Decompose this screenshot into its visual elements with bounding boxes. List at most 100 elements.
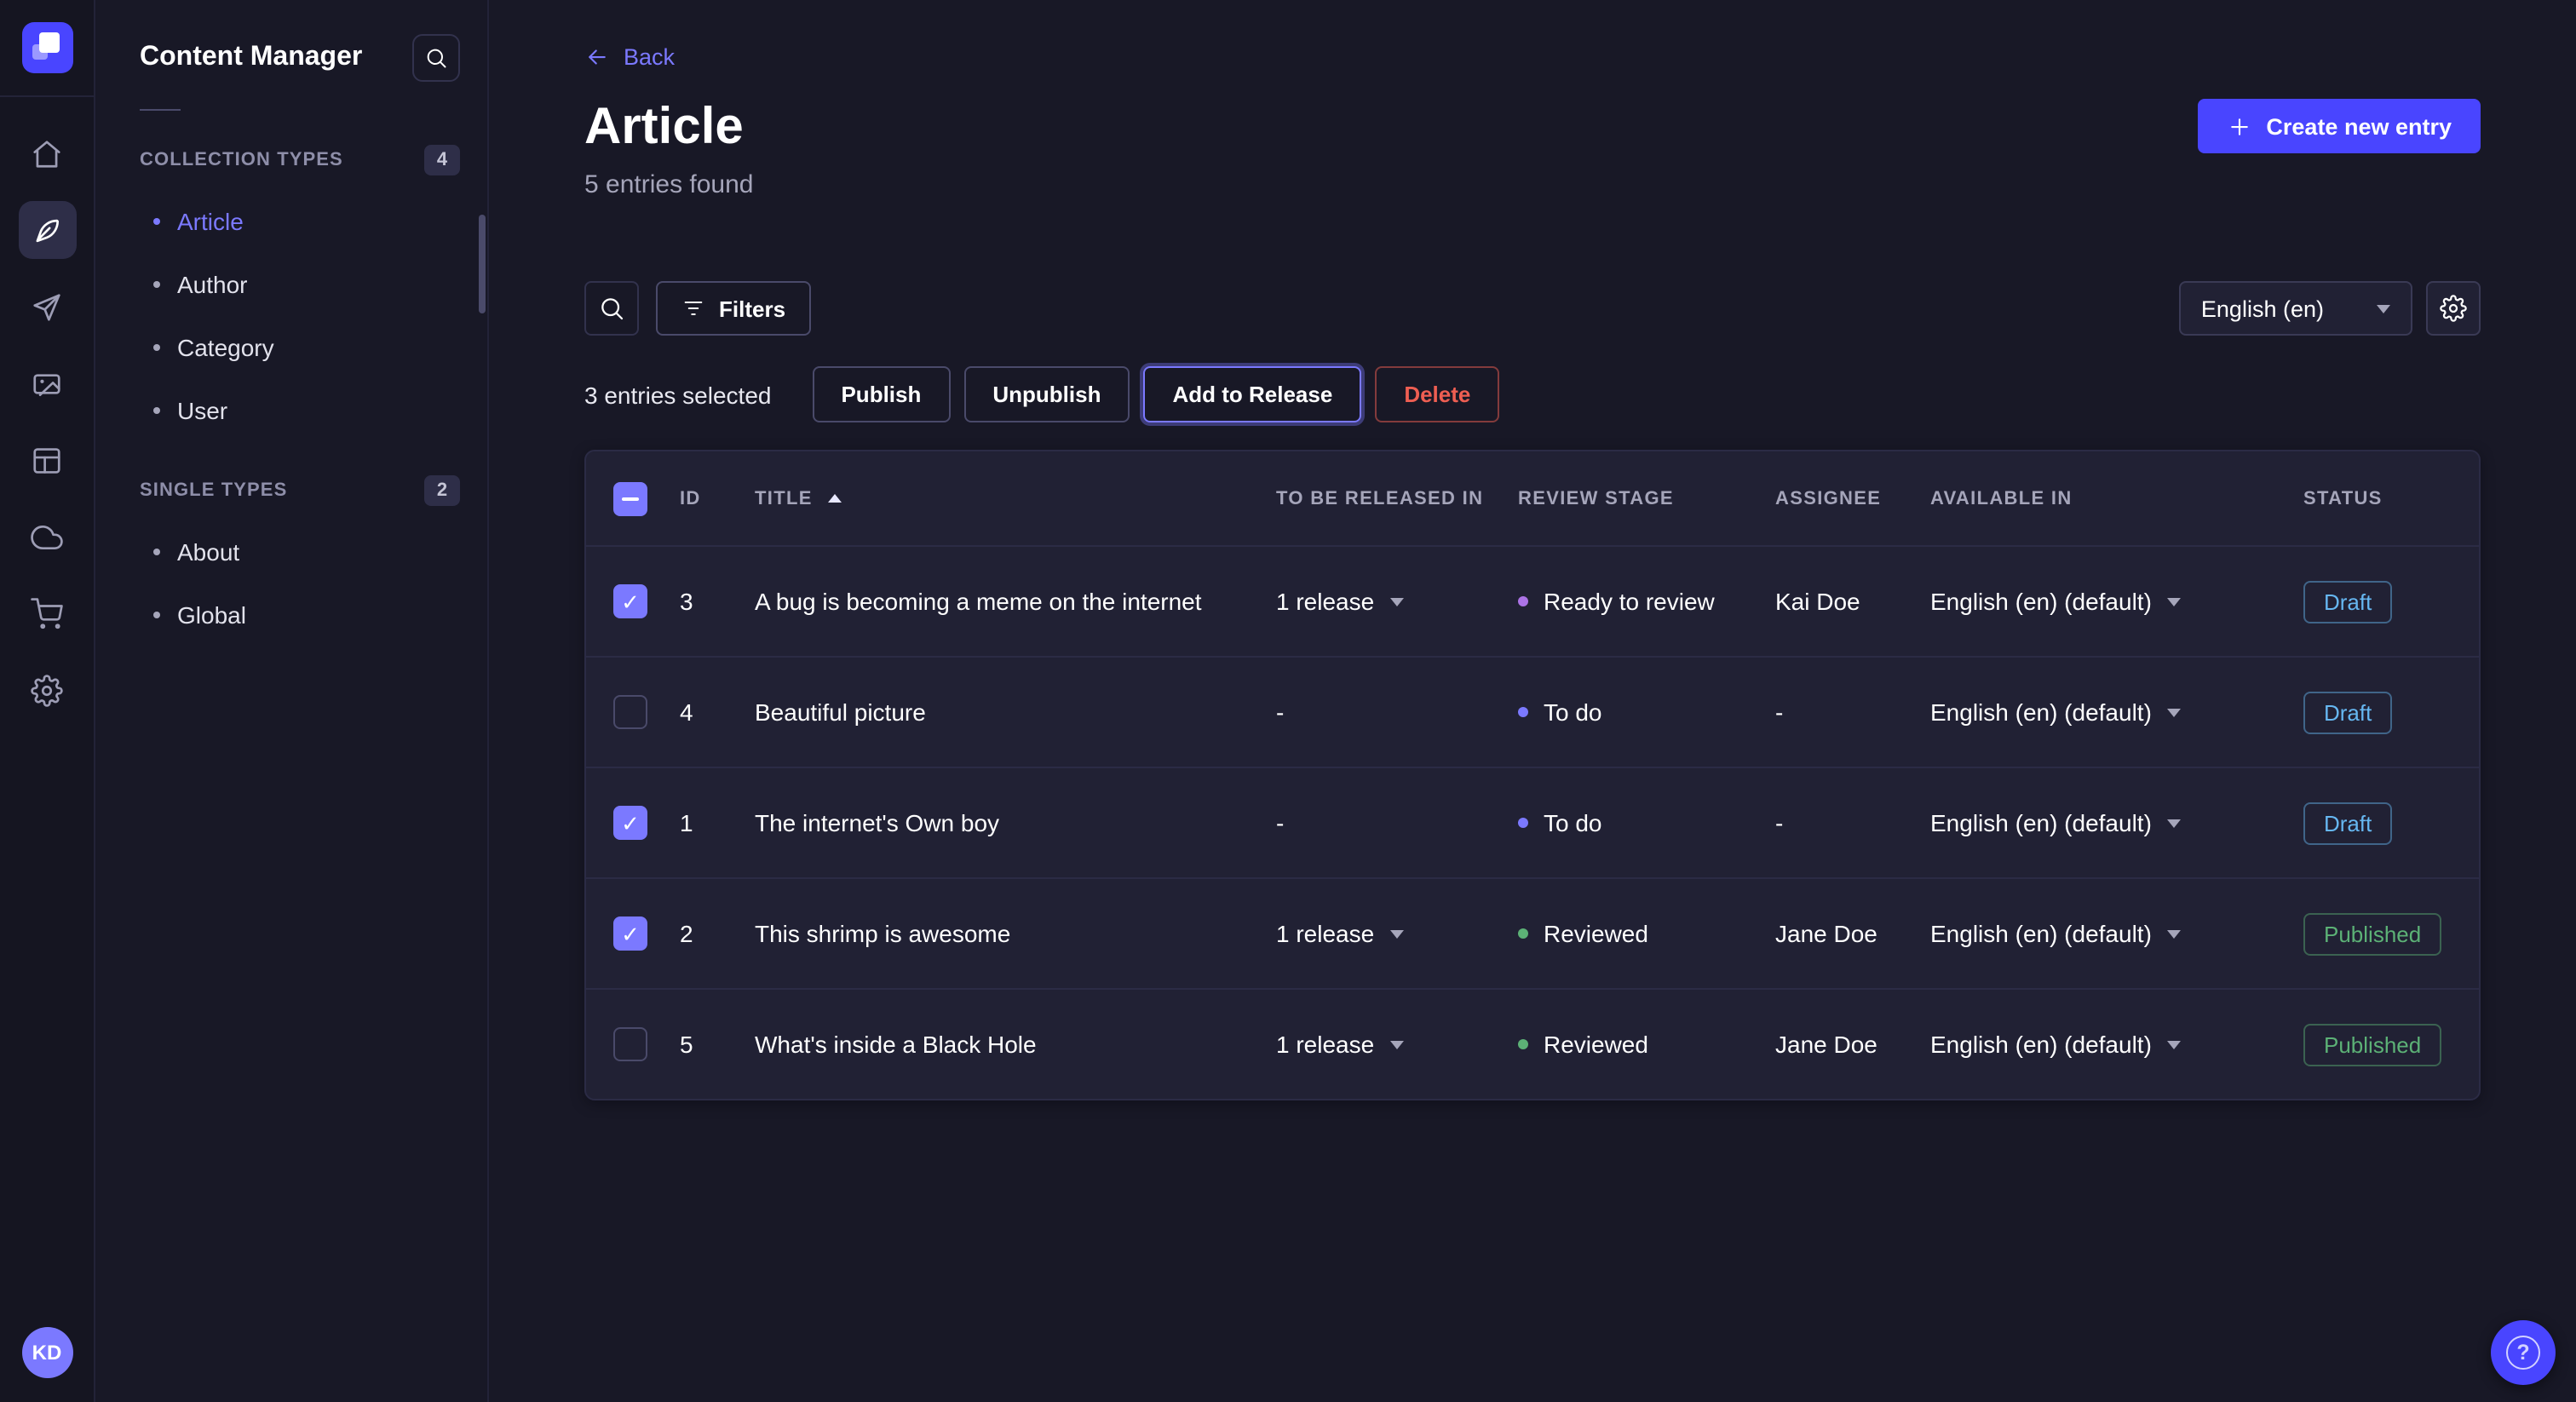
release-dropdown[interactable]: - — [1276, 809, 1518, 836]
release-caret-icon — [1389, 597, 1403, 606]
sidebar-title: Content Manager — [140, 43, 362, 73]
sidebar-item-category[interactable]: Category — [95, 315, 487, 378]
selection-bar: 3 entries selected Publish Unpublish Add… — [584, 366, 2481, 422]
row-checkbox[interactable] — [613, 806, 647, 840]
table-header-row: ID TITLE TO BE RELEASED IN REVIEW STAGE … — [586, 451, 2479, 545]
settings-nav-icon[interactable] — [18, 661, 76, 719]
create-new-entry-button[interactable]: Create new entry — [2198, 99, 2481, 153]
release-caret-icon — [1389, 929, 1403, 938]
unpublish-button[interactable]: Unpublish — [963, 366, 1130, 422]
review-stage-dot — [1518, 707, 1528, 717]
table-row[interactable]: 2 This shrimp is awesome 1 release Revie… — [586, 877, 2479, 988]
cell-id: 3 — [680, 588, 755, 615]
sidebar-item-global[interactable]: Global — [95, 583, 487, 646]
release-dropdown[interactable]: 1 release — [1276, 1031, 1518, 1058]
release-dropdown[interactable]: 1 release — [1276, 920, 1518, 947]
bullet-icon — [153, 611, 160, 618]
collection-types-count-badge: 4 — [424, 145, 460, 175]
sidebar-item-article[interactable]: Article — [95, 189, 487, 252]
sidebar-item-label: Author — [177, 270, 248, 297]
table-row[interactable]: 3 A bug is becoming a meme on the intern… — [586, 545, 2479, 656]
cell-id: 4 — [680, 698, 755, 726]
column-header-available-in: AVAILABLE IN — [1930, 488, 2303, 509]
gear-icon — [2440, 295, 2467, 322]
column-header-id: ID — [680, 488, 755, 509]
sidebar-item-label: User — [177, 396, 227, 423]
sidebar-item-author[interactable]: Author — [95, 252, 487, 315]
strapi-logo — [21, 22, 72, 73]
cell-id: 2 — [680, 920, 755, 947]
row-checkbox[interactable] — [613, 1027, 647, 1061]
user-avatar[interactable]: KD — [21, 1327, 72, 1378]
search-icon — [598, 295, 625, 322]
cell-title: What's inside a Black Hole — [755, 1031, 1276, 1058]
sidebar-item-label: About — [177, 537, 239, 565]
back-link[interactable]: Back — [584, 44, 675, 70]
cell-assignee: - — [1775, 809, 1930, 836]
view-settings-button[interactable] — [2426, 281, 2481, 336]
available-in-dropdown[interactable]: English (en) (default) — [1930, 1031, 2303, 1058]
sidebar-search-button[interactable] — [412, 34, 460, 82]
media-library-nav-icon[interactable] — [18, 354, 76, 412]
back-label: Back — [624, 44, 675, 70]
chevron-down-icon — [2167, 929, 2181, 938]
publish-button[interactable]: Publish — [812, 366, 950, 422]
select-all-checkbox[interactable] — [613, 481, 647, 515]
add-to-release-button[interactable]: Add to Release — [1143, 366, 1361, 422]
locale-select-value: English (en) — [2201, 296, 2324, 321]
content-manager-nav-icon[interactable] — [18, 201, 76, 259]
chevron-down-icon — [2167, 708, 2181, 716]
sidebar-item-label: Article — [177, 207, 244, 234]
release-dropdown[interactable]: 1 release — [1276, 588, 1518, 615]
content-type-builder-nav-icon[interactable] — [18, 431, 76, 489]
column-header-assignee: ASSIGNEE — [1775, 488, 1930, 509]
search-button[interactable] — [584, 281, 639, 336]
sidebar-item-about[interactable]: About — [95, 520, 487, 583]
chevron-down-icon — [2377, 304, 2390, 313]
table-row[interactable]: 4 Beautiful picture - To do - English (e… — [586, 656, 2479, 767]
sort-ascending-icon — [828, 494, 842, 503]
available-in-dropdown[interactable]: English (en) (default) — [1930, 588, 2303, 615]
sidebar-divider — [140, 109, 181, 111]
available-in-dropdown[interactable]: English (en) (default) — [1930, 920, 2303, 947]
marketplace-nav-icon[interactable] — [18, 584, 76, 642]
cell-assignee: Jane Doe — [1775, 1031, 1930, 1058]
help-button[interactable]: ? — [2491, 1320, 2556, 1385]
releases-nav-icon[interactable] — [18, 278, 76, 336]
cell-assignee: - — [1775, 698, 1930, 726]
chevron-down-icon — [2167, 819, 2181, 827]
delete-button[interactable]: Delete — [1375, 366, 1499, 422]
column-header-title[interactable]: TITLE — [755, 488, 1276, 509]
logo-shape-shadow — [32, 44, 47, 60]
home-nav-icon[interactable] — [18, 124, 76, 182]
row-checkbox[interactable] — [613, 584, 647, 618]
column-header-release: TO BE RELEASED IN — [1276, 488, 1518, 509]
status-badge: Published — [2303, 912, 2441, 955]
review-stage-dot — [1518, 928, 1528, 939]
search-icon — [424, 46, 448, 70]
available-in-dropdown[interactable]: English (en) (default) — [1930, 698, 2303, 726]
available-in-dropdown[interactable]: English (en) (default) — [1930, 809, 2303, 836]
deploy-nav-icon[interactable] — [18, 508, 76, 566]
row-checkbox[interactable] — [613, 695, 647, 729]
cell-title: This shrimp is awesome — [755, 920, 1276, 947]
filter-icon — [681, 296, 705, 320]
chevron-down-icon — [2167, 597, 2181, 606]
table-row[interactable]: 1 The internet's Own boy - To do - Engli… — [586, 767, 2479, 877]
release-dropdown[interactable]: - — [1276, 698, 1518, 726]
locale-select[interactable]: English (en) — [2179, 281, 2412, 336]
cell-review-stage: Reviewed — [1518, 920, 1775, 947]
sidebar-item-user[interactable]: User — [95, 378, 487, 441]
main-nav-rail: KD — [0, 0, 95, 1402]
cell-title: A bug is becoming a meme on the internet — [755, 588, 1276, 615]
table-row[interactable]: 5 What's inside a Black Hole 1 release R… — [586, 988, 2479, 1099]
single-types-count-badge: 2 — [424, 475, 460, 506]
row-checkbox[interactable] — [613, 916, 647, 951]
list-view: Back Article 5 entries found Create new … — [489, 0, 2576, 1402]
filters-button[interactable]: Filters — [656, 281, 811, 336]
create-new-entry-label: Create new entry — [2266, 113, 2452, 139]
bullet-icon — [153, 548, 160, 554]
strapi-admin-app: KD Content Manager COLLECTION TYPES 4 Ar… — [0, 0, 2576, 1402]
cell-title: Beautiful picture — [755, 698, 1276, 726]
sidebar-scrollbar-thumb[interactable] — [479, 215, 486, 313]
